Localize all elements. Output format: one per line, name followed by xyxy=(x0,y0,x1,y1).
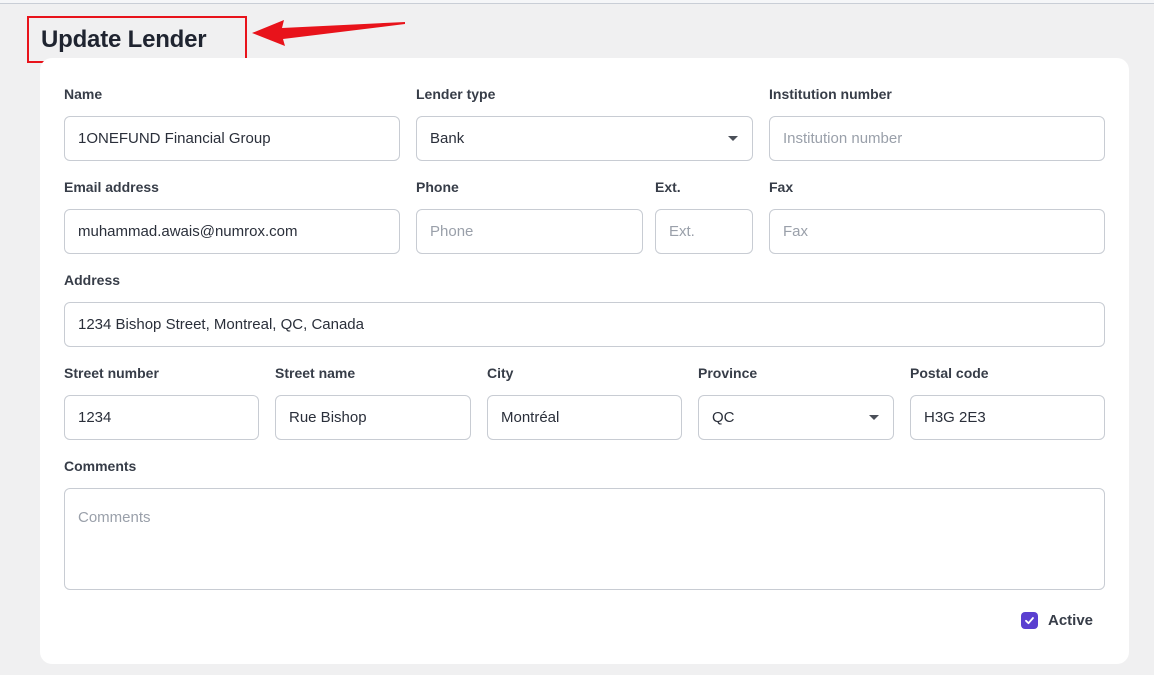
province-select[interactable]: QC xyxy=(698,395,894,440)
city-field-group: City xyxy=(487,365,682,440)
street-name-label: Street name xyxy=(275,365,356,381)
fax-field-group: Fax xyxy=(769,179,1105,254)
ext-label: Ext. xyxy=(655,179,681,195)
address-label: Address xyxy=(64,272,121,288)
institution-number-label: Institution number xyxy=(769,86,892,102)
street-number-field-group: Street number xyxy=(64,365,259,440)
postal-code-field-group: Postal code xyxy=(910,365,1105,440)
phone-field-group: Phone xyxy=(416,179,643,254)
postal-code-input[interactable] xyxy=(910,395,1105,440)
checkmark-icon xyxy=(1025,617,1034,625)
postal-code-label: Postal code xyxy=(910,365,989,381)
comments-field-group: Comments xyxy=(64,458,1105,590)
ext-input[interactable] xyxy=(655,209,753,254)
lender-type-field-group: Lender type Bank xyxy=(416,86,753,161)
chevron-down-icon xyxy=(869,415,879,420)
fax-label: Fax xyxy=(769,179,794,195)
lender-type-select[interactable]: Bank xyxy=(416,116,753,161)
lender-form-card: Name Lender type Bank Institution number… xyxy=(40,58,1129,664)
comments-textarea[interactable] xyxy=(64,488,1105,590)
email-label: Email address xyxy=(64,179,159,195)
fax-input[interactable] xyxy=(769,209,1105,254)
city-input[interactable] xyxy=(487,395,682,440)
active-label: Active xyxy=(1048,612,1094,629)
street-name-field-group: Street name xyxy=(275,365,471,440)
address-input[interactable] xyxy=(64,302,1105,347)
chevron-down-icon xyxy=(728,136,738,141)
city-label: City xyxy=(487,365,514,381)
active-checkbox-row[interactable]: Active xyxy=(1021,612,1093,629)
address-field-group: Address xyxy=(64,272,1105,347)
comments-label: Comments xyxy=(64,458,137,474)
province-value: QC xyxy=(712,409,735,426)
institution-number-field-group: Institution number xyxy=(769,86,1105,161)
street-number-input[interactable] xyxy=(64,395,259,440)
name-label: Name xyxy=(64,86,103,102)
lender-type-label: Lender type xyxy=(416,86,496,102)
email-field-group: Email address xyxy=(64,179,400,254)
email-input[interactable] xyxy=(64,209,400,254)
red-arrow-icon xyxy=(252,20,405,46)
page-title: Update Lender xyxy=(41,26,207,53)
name-field-group: Name xyxy=(64,86,400,161)
street-name-input[interactable] xyxy=(275,395,471,440)
active-checkbox[interactable] xyxy=(1021,612,1038,629)
province-label: Province xyxy=(698,365,758,381)
name-input[interactable] xyxy=(64,116,400,161)
phone-input[interactable] xyxy=(416,209,643,254)
street-number-label: Street number xyxy=(64,365,159,381)
province-field-group: Province QC xyxy=(698,365,894,440)
phone-label: Phone xyxy=(416,179,459,195)
ext-field-group: Ext. xyxy=(655,179,753,254)
institution-number-input[interactable] xyxy=(769,116,1105,161)
window-top-border xyxy=(0,0,1154,4)
lender-type-value: Bank xyxy=(430,130,465,147)
